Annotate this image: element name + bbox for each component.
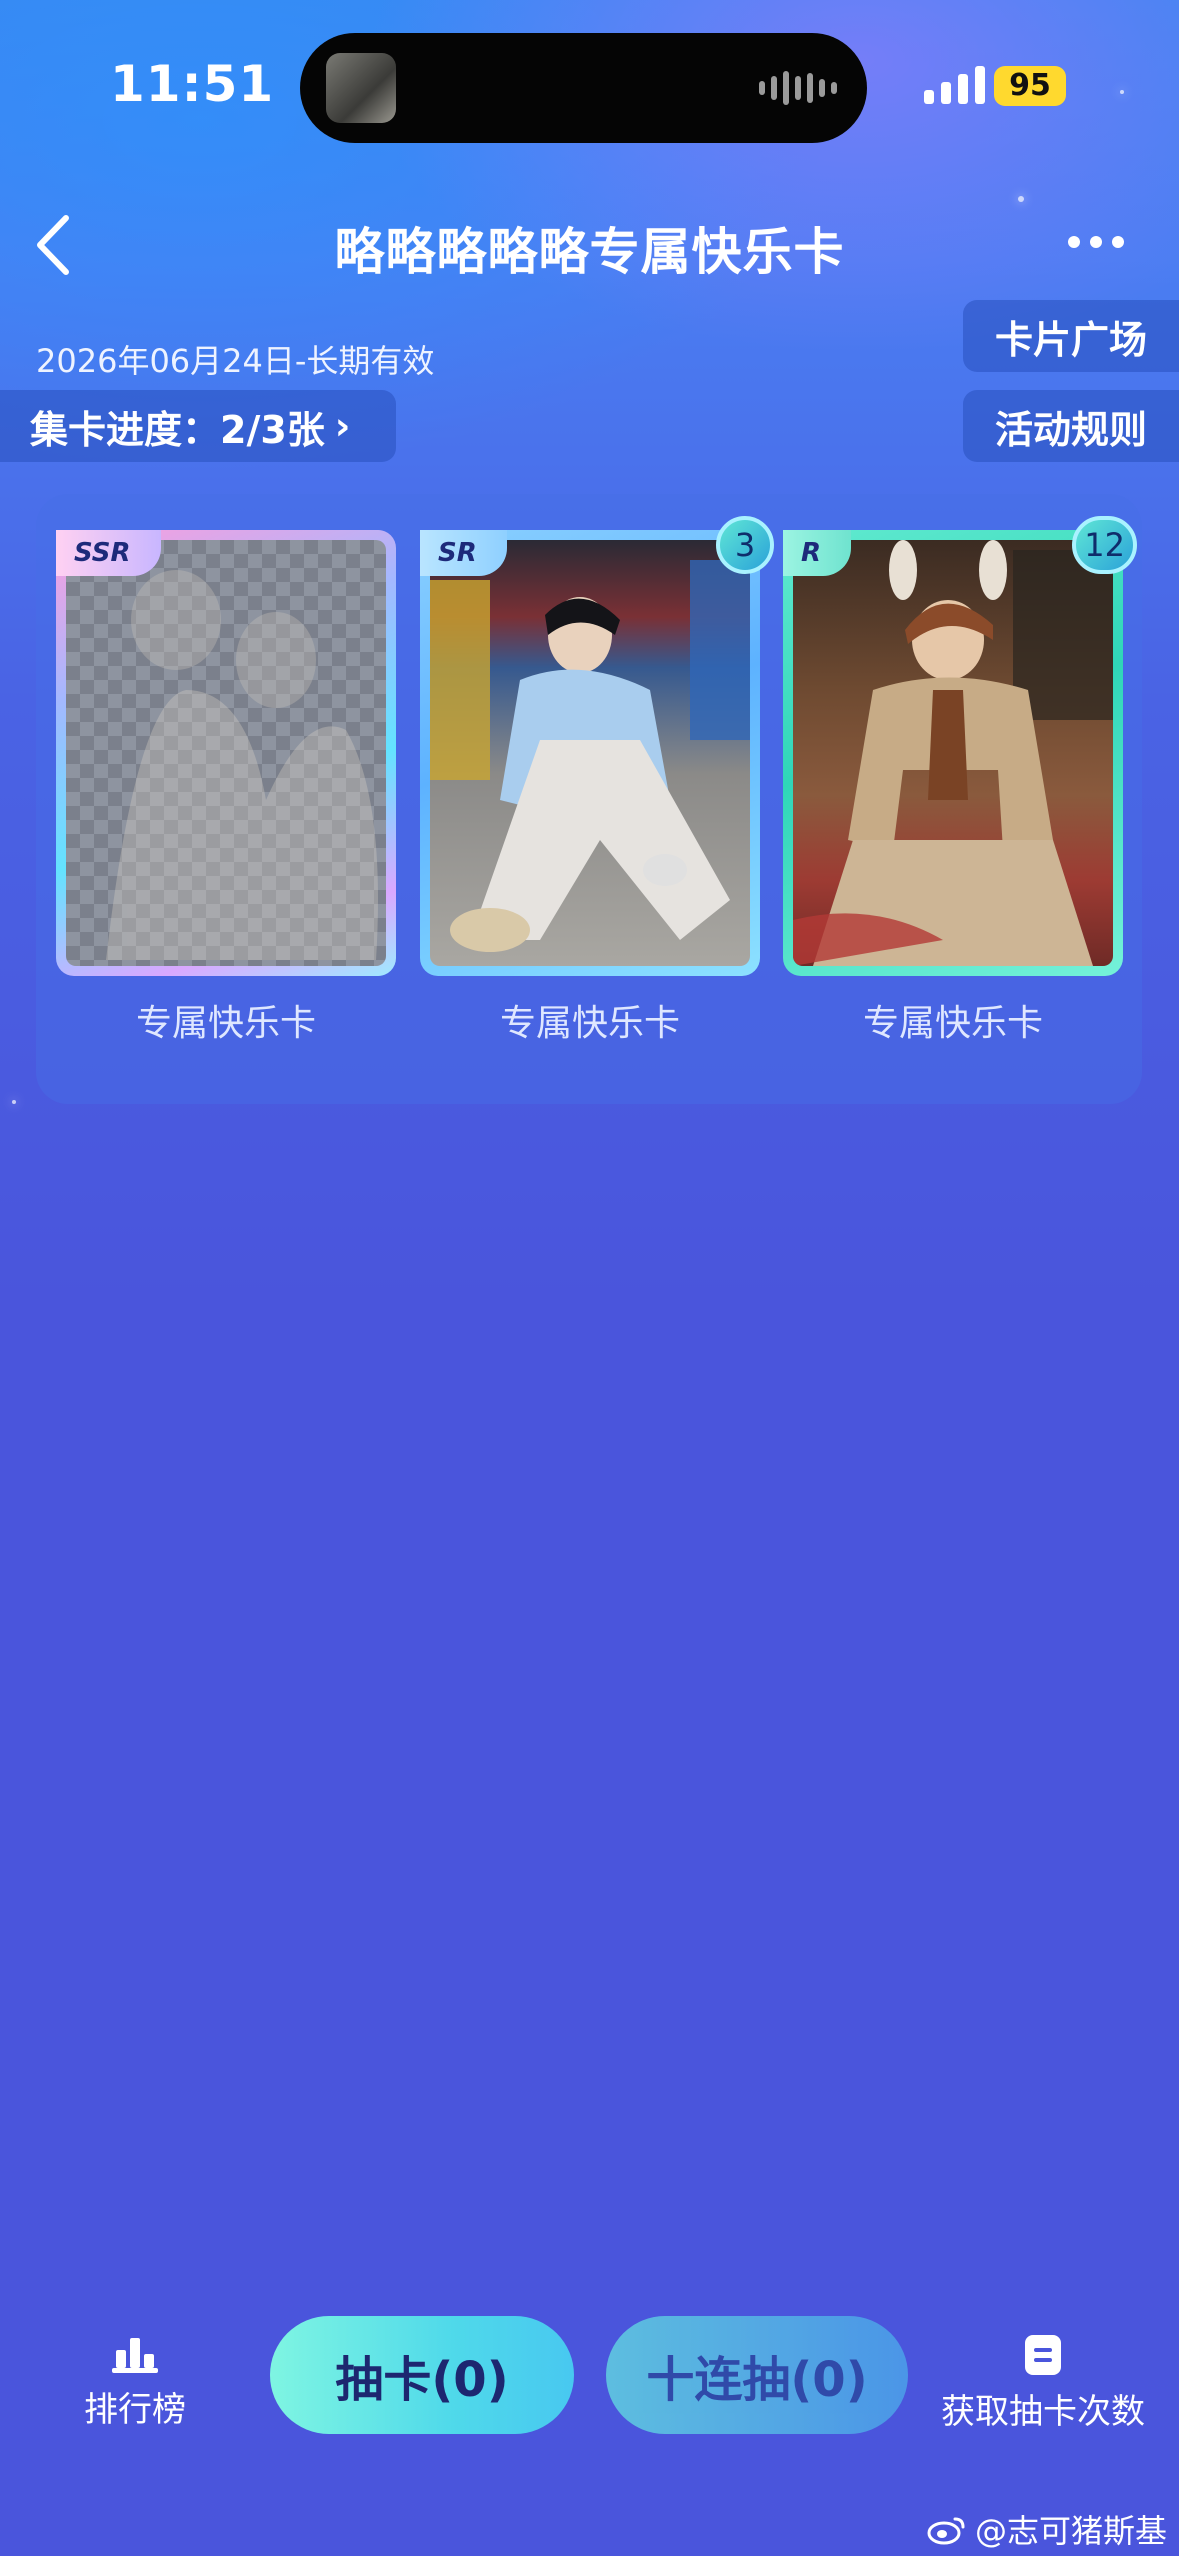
activity-rules-button[interactable]: 活动规则 <box>963 390 1179 462</box>
card-sr-photo <box>430 540 750 966</box>
card-square-button[interactable]: 卡片广场 <box>963 300 1179 372</box>
status-time: 11:51 <box>110 55 275 113</box>
card-r-photo <box>793 540 1113 966</box>
sparkle <box>1120 90 1124 94</box>
progress-label: 集卡进度：2/3张 <box>30 407 325 452</box>
rarity-badge: SR <box>420 530 507 576</box>
get-draw-chances-label: 获取抽卡次数 <box>941 2392 1145 2432</box>
signal-icon <box>924 62 985 104</box>
sparkle <box>12 1100 16 1104</box>
card-r-figure <box>793 540 1113 966</box>
bar-chart-icon <box>112 2338 158 2373</box>
get-draw-chances-button[interactable]: 获取抽卡次数 <box>940 2334 1146 2433</box>
sparkle <box>1018 196 1024 202</box>
card-sr[interactable]: SR 3 <box>420 516 774 976</box>
draw-card-button[interactable]: 抽卡(0) <box>270 2316 574 2434</box>
card-label: 专属快乐卡 <box>135 1003 316 1044</box>
ten-draw-button[interactable]: 十连抽(0) <box>606 2316 908 2434</box>
chevron-right-icon: › <box>334 404 351 448</box>
rarity-badge: SSR <box>56 530 161 576</box>
card-count-badge: 12 <box>1072 516 1137 574</box>
card-r[interactable]: R 12 <box>783 516 1137 976</box>
card-ssr[interactable]: SSR <box>56 530 396 976</box>
card-label: 专属快乐卡 <box>499 1003 680 1044</box>
page-background <box>0 0 1179 2556</box>
more-button[interactable] <box>1068 222 1138 262</box>
watermark: @志可猪斯基 <box>927 2506 1167 2552</box>
audio-wave-icon <box>759 70 837 106</box>
card-collection-panel: SSR SR 3 R 12 专属快乐卡 专属快乐卡 专属快乐卡 <box>36 494 1142 1104</box>
bottom-action-bar: 排行榜 抽卡(0) 十连抽(0) 获取抽卡次数 <box>0 2298 1179 2446</box>
card-label: 专属快乐卡 <box>862 1003 1043 1044</box>
now-playing-thumbnail <box>326 53 396 123</box>
card-sr-figure <box>430 560 750 952</box>
silhouette <box>106 570 378 960</box>
ranking-label: 排行榜 <box>84 2390 186 2430</box>
collection-progress-button[interactable]: 集卡进度：2/3张 › <box>0 390 396 462</box>
ranking-button[interactable]: 排行榜 <box>82 2334 188 2431</box>
battery-indicator: 95 <box>994 66 1066 106</box>
card-count-badge: 3 <box>716 516 774 574</box>
more-dots-icon <box>1068 236 1080 248</box>
validity-period: 2026年06月24日-长期有效 <box>36 342 435 380</box>
weibo-logo-icon <box>927 2517 965 2545</box>
watermark-text: @志可猪斯基 <box>974 2512 1167 2550</box>
dynamic-island <box>300 33 867 143</box>
card-ssr-locked-image <box>66 540 386 966</box>
rarity-badge: R <box>783 530 852 576</box>
page-title: 略略略略略专属快乐卡 <box>334 223 845 281</box>
document-icon <box>1025 2335 1061 2375</box>
